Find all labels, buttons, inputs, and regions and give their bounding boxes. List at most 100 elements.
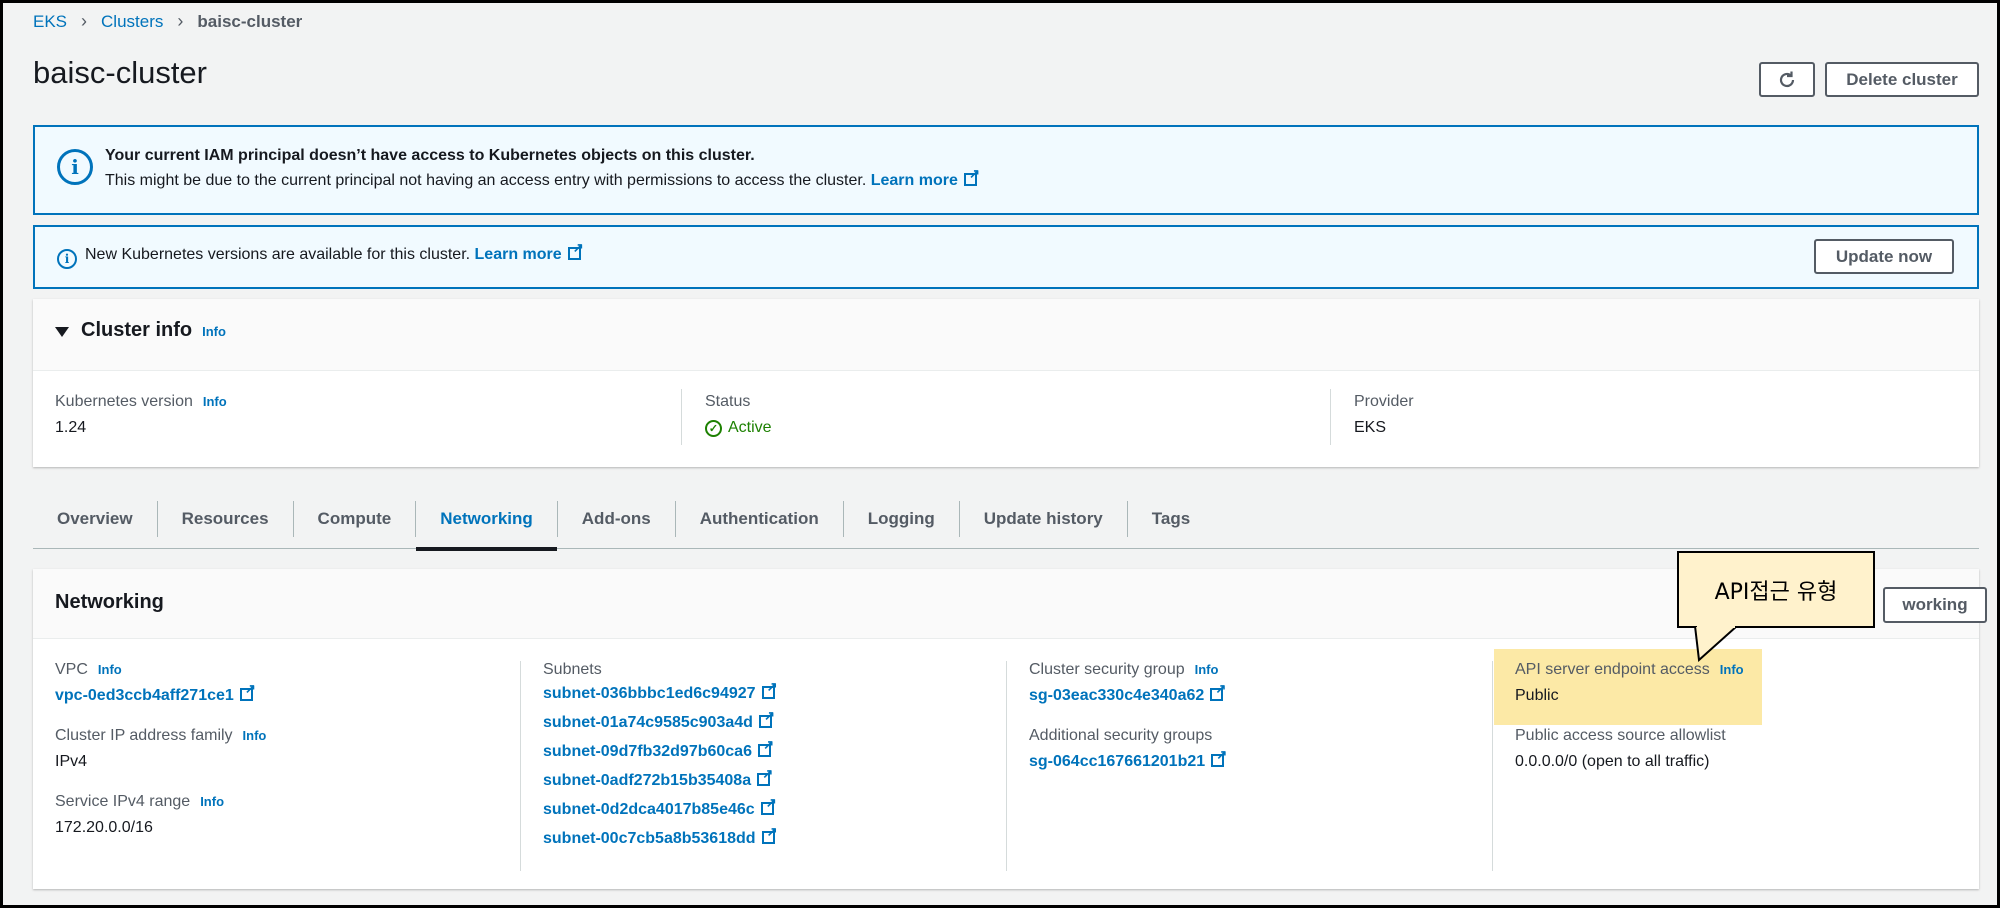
additional-sg-value: sg-064cc167661201b21 <box>1029 753 1206 770</box>
subnet-id: subnet-01a74c9585c903a4d <box>543 714 753 731</box>
subnet-link[interactable]: subnet-00c7cb5a8b53618dd <box>543 824 778 859</box>
tab-authentication[interactable]: Authentication <box>674 500 843 537</box>
additional-sg-field: Additional security groups sg-064cc16766… <box>1029 727 1227 771</box>
cluster-sg-link[interactable]: sg-03eac330c4e340a62 <box>1029 681 1226 705</box>
vpc-label-text: VPC <box>55 661 88 678</box>
cluster-sg-label: Cluster security group Info <box>1029 661 1224 679</box>
status-field: Status ✓ Active <box>705 393 772 437</box>
api-access-field: API server endpoint access Info Public <box>1515 661 1744 705</box>
subnet-id: subnet-09d7fb32d97b60ca6 <box>543 743 752 760</box>
info-link[interactable]: Info <box>243 728 267 743</box>
ip-family-field: Cluster IP address family Info IPv4 <box>55 727 266 771</box>
tab-compute[interactable]: Compute <box>292 500 416 537</box>
provider-value: EKS <box>1354 419 1387 436</box>
vpc-value: vpc-0ed3ccb4aff271ce1 <box>55 687 234 704</box>
service-range-value: 172.20.0.0/16 <box>55 819 153 836</box>
chevron-right-icon: › <box>177 11 184 31</box>
page-title: baisc-cluster <box>33 55 207 90</box>
tab-resources[interactable]: Resources <box>156 500 293 537</box>
tab-networking[interactable]: Networking <box>415 500 557 551</box>
api-access-label: API server endpoint access Info <box>1515 661 1744 679</box>
api-access-label-text: API server endpoint access <box>1515 661 1710 678</box>
cluster-info-title: Cluster info Info <box>81 319 226 342</box>
info-icon: i <box>57 149 93 185</box>
subnet-id: subnet-0d2dca4017b85e46c <box>543 801 755 818</box>
external-link-icon <box>758 708 775 728</box>
ip-family-label: Cluster IP address family Info <box>55 727 266 745</box>
info-link[interactable]: Info <box>203 394 227 409</box>
network-column-4: API server endpoint access Info Public Pu… <box>1515 661 1744 793</box>
k8s-version-field: Kubernetes version Info 1.24 <box>55 393 227 437</box>
tab-bar: Overview Resources Compute Networking Ad… <box>33 489 1979 551</box>
caret-down-icon[interactable] <box>55 327 69 337</box>
external-link-icon <box>760 795 777 815</box>
version-alert: i New Kubernetes versions are available … <box>33 225 1979 289</box>
learn-more-label: Learn more <box>474 246 562 263</box>
info-icon: i <box>57 249 77 269</box>
external-link-icon <box>757 766 773 786</box>
info-link[interactable]: Info <box>1720 662 1744 677</box>
external-link-icon <box>1211 747 1227 767</box>
external-link-icon <box>567 240 584 260</box>
iam-access-alert: i Your current IAM principal doesn’t hav… <box>33 125 1979 215</box>
divider <box>1006 661 1007 871</box>
tab-add-ons[interactable]: Add-ons <box>556 500 675 537</box>
cluster-info-panel: Cluster info Info Kubernetes version Info … <box>33 299 1979 467</box>
subnet-link[interactable]: subnet-01a74c9585c903a4d <box>543 708 775 743</box>
divider <box>1330 389 1331 445</box>
breadcrumb-clusters[interactable]: Clusters <box>101 12 163 32</box>
breadcrumb-eks[interactable]: EKS <box>33 12 67 32</box>
delete-cluster-button[interactable]: Delete cluster <box>1825 62 1979 97</box>
subnet-link[interactable]: subnet-0adf272b15b35408a <box>543 766 775 801</box>
k8s-version-label: Kubernetes version Info <box>55 393 227 411</box>
service-range-label: Service IPv4 range Info <box>55 793 266 811</box>
additional-sg-link[interactable]: sg-064cc167661201b21 <box>1029 747 1227 771</box>
subnet-link[interactable]: subnet-036bbbc1ed6c94927 <box>543 679 778 714</box>
external-link-icon <box>761 824 778 844</box>
allowlist-label: Public access source allowlist <box>1515 727 1726 744</box>
alert-body: This might be due to the current princip… <box>105 166 980 190</box>
allowlist-field: Public access source allowlist 0.0.0.0/0… <box>1515 727 1744 771</box>
tab-tags[interactable]: Tags <box>1126 500 1214 537</box>
callout-pointer <box>1693 626 1739 662</box>
external-link-icon <box>1210 681 1226 701</box>
subnet-link[interactable]: subnet-09d7fb32d97b60ca6 <box>543 737 775 772</box>
subnet-id: subnet-0adf272b15b35408a <box>543 772 752 789</box>
provider-field: Provider EKS <box>1354 393 1414 437</box>
vpc-link[interactable]: vpc-0ed3ccb4aff271ce1 <box>55 681 266 705</box>
subnet-id: subnet-00c7cb5a8b53618dd <box>543 830 756 847</box>
info-link[interactable]: Info <box>202 324 226 339</box>
refresh-icon <box>1779 71 1795 87</box>
divider <box>520 661 521 871</box>
check-circle-icon: ✓ <box>705 419 722 437</box>
tab-overview[interactable]: Overview <box>33 501 157 537</box>
alert-body-text: New Kubernetes versions are available fo… <box>85 246 471 263</box>
refresh-button[interactable] <box>1759 62 1815 97</box>
tab-logging[interactable]: Logging <box>842 500 959 537</box>
learn-more-link[interactable]: Learn more <box>474 240 584 263</box>
ip-family-value: IPv4 <box>55 753 88 770</box>
alert-body: New Kubernetes versions are available fo… <box>85 240 584 264</box>
manage-networking-button[interactable]: working <box>1883 587 1987 623</box>
breadcrumb: EKS › Clusters › baisc-cluster <box>33 11 302 32</box>
info-link[interactable]: Info <box>1195 662 1219 677</box>
vpc-label: VPC Info <box>55 661 266 679</box>
allowlist-value: 0.0.0.0/0 (open to all traffic) <box>1515 753 1710 770</box>
learn-more-link[interactable]: Learn more <box>871 166 980 189</box>
k8s-version-label-text: Kubernetes version <box>55 393 193 410</box>
subnet-link[interactable]: subnet-0d2dca4017b85e46c <box>543 795 777 830</box>
info-link[interactable]: Info <box>98 662 122 677</box>
network-column-1: VPC Info vpc-0ed3ccb4aff271ce1 Cluster IP… <box>55 661 266 859</box>
cluster-sg-field: Cluster security group Info sg-03eac330c4… <box>1029 661 1226 705</box>
divider <box>1492 661 1493 871</box>
cluster-sg-label-text: Cluster security group <box>1029 661 1185 678</box>
info-link[interactable]: Info <box>200 794 224 809</box>
external-link-icon <box>761 679 778 699</box>
service-range-field: Service IPv4 range Info 172.20.0.0/16 <box>55 793 266 837</box>
api-access-value: Public <box>1515 687 1559 704</box>
update-now-button[interactable]: Update now <box>1814 239 1954 274</box>
tab-update-history[interactable]: Update history <box>958 500 1127 537</box>
cluster-info-header[interactable]: Cluster info Info <box>33 299 1979 371</box>
cluster-sg-value: sg-03eac330c4e340a62 <box>1029 687 1205 704</box>
alert-body-text: This might be due to the current princip… <box>105 172 867 189</box>
